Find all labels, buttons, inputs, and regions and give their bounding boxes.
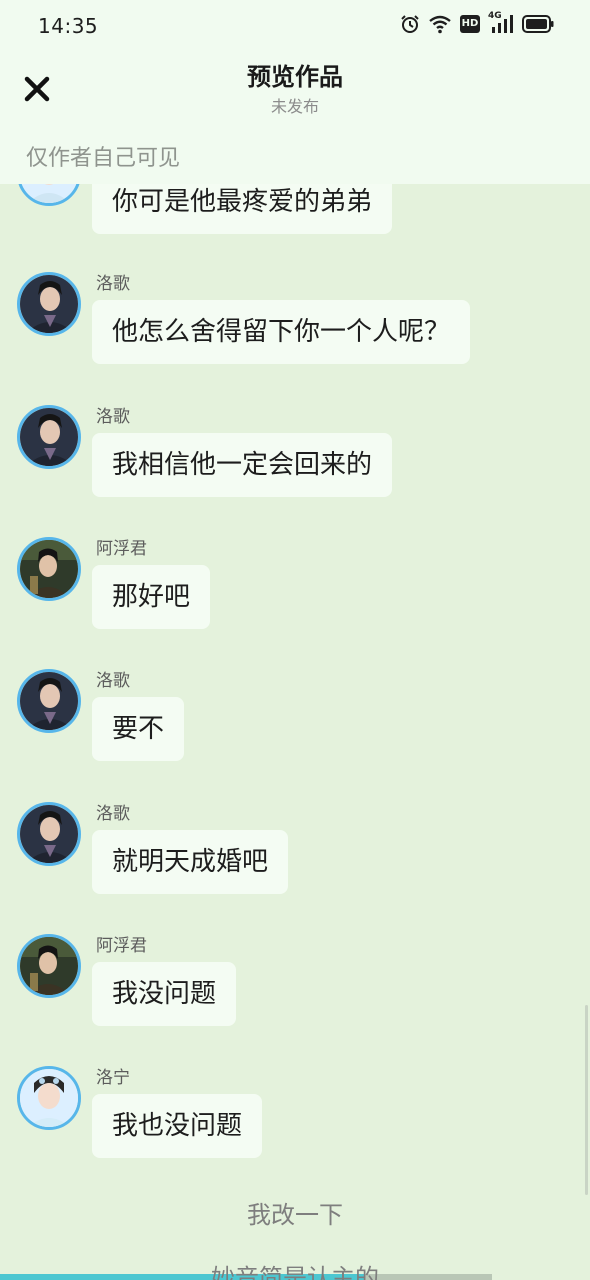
sender-name: 洛歌: [96, 804, 130, 824]
narration-line: 妙音简是认主的: [211, 1264, 379, 1280]
header: 14:35 HD 4G 预览作品 未发布 仅作者自己可见: [0, 0, 590, 184]
sender-name: 阿浮君: [96, 539, 147, 559]
page-title: 预览作品: [247, 63, 343, 91]
sender-name: 洛歌: [96, 671, 130, 691]
sender-name: 洛宁: [96, 1068, 130, 1088]
avatar-luoning[interactable]: [17, 1066, 81, 1130]
avatar-luoge[interactable]: [17, 272, 81, 336]
avatar-afujun[interactable]: [17, 934, 81, 998]
signal-4g-icon: 4G: [488, 11, 514, 34]
visibility-note: 仅作者自己可见: [26, 146, 181, 171]
message-bubble: 那好吧: [92, 565, 211, 629]
avatar-luoge[interactable]: [17, 669, 81, 733]
status-time: 14:35: [38, 14, 99, 38]
battery-icon: [522, 15, 554, 33]
message-bubble: 我没问题: [92, 962, 237, 1026]
hd-icon: HD: [460, 15, 480, 33]
scrollbar[interactable]: [585, 1005, 588, 1195]
sender-name: 洛歌: [96, 407, 130, 427]
title-block: 预览作品 未发布: [0, 60, 590, 118]
avatar-afujun[interactable]: [17, 537, 81, 601]
avatar-luoge[interactable]: [17, 405, 81, 469]
message-bubble: 我相信他一定会回来的: [92, 433, 393, 497]
alarm-icon: [400, 14, 420, 34]
status-bar: 14:35 HD 4G: [0, 0, 590, 52]
sender-name: 洛歌: [96, 274, 130, 294]
publish-status: 未发布: [270, 97, 319, 116]
narration-line: 我改一下: [247, 1201, 343, 1229]
status-icons: HD 4G: [400, 11, 554, 34]
message-bubble: 就明天成婚吧: [92, 830, 289, 894]
sender-name: 阿浮君: [96, 936, 147, 956]
message-bubble: 要不: [92, 697, 185, 761]
avatar-luoge[interactable]: [17, 802, 81, 866]
chat-list[interactable]: 你可是他最疼爱的弟弟 洛歌 他怎么舍得留下你一个人呢？ 洛歌 我相信他一定会回来…: [0, 0, 590, 1280]
message-bubble: 我也没问题: [92, 1094, 263, 1158]
wifi-icon: [428, 14, 452, 34]
message-bubble: 他怎么舍得留下你一个人呢？: [92, 300, 471, 364]
